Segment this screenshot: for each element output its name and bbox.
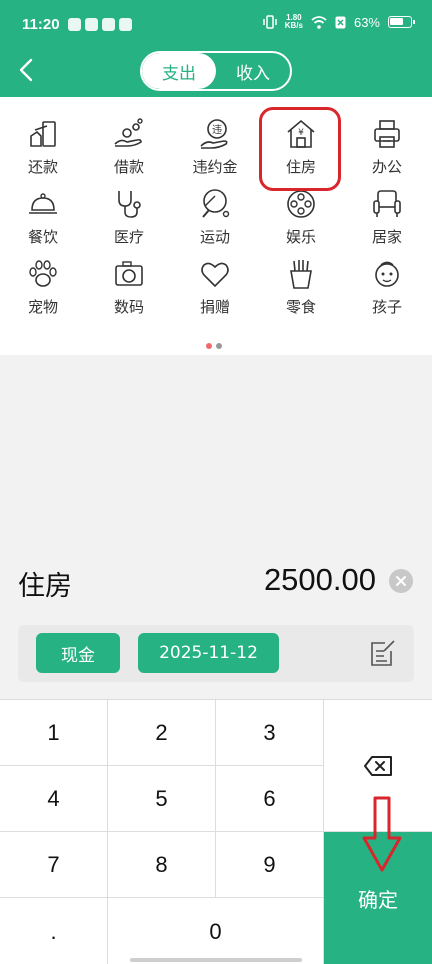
paw-icon <box>29 260 57 287</box>
category-home[interactable]: 居家 <box>344 188 430 254</box>
printer-icon <box>374 120 400 148</box>
armchair-icon <box>373 190 401 217</box>
key-dot[interactable]: . <box>0 898 108 964</box>
page-dot <box>216 343 222 349</box>
category-digital[interactable]: 数码 <box>86 258 172 324</box>
dining-cloche-icon <box>29 193 57 214</box>
amount-display: 2500.00 <box>263 562 376 597</box>
key-5[interactable]: 5 <box>108 766 216 832</box>
net-speed: 1.80 KB/s <box>284 13 303 30</box>
category-label: 数码 <box>113 298 144 316</box>
category-label: 办公 <box>371 158 402 176</box>
key-7[interactable]: 7 <box>0 832 108 898</box>
sim-icon <box>335 16 346 28</box>
key-1[interactable]: 1 <box>0 700 108 766</box>
type-toggle: 支出 收入 <box>140 51 292 91</box>
fries-icon <box>290 260 312 289</box>
category-office[interactable]: 办公 <box>344 118 430 184</box>
repay-icon <box>30 121 56 147</box>
options-bar: 现金 2025-11-12 <box>18 625 414 682</box>
key-3[interactable]: 3 <box>216 700 324 766</box>
stethoscope-icon <box>118 191 141 218</box>
category-dining[interactable]: 餐饮 <box>0 188 86 254</box>
battery-icon <box>388 16 415 28</box>
category-label: 孩子 <box>371 298 402 316</box>
category-repay[interactable]: 还款 <box>0 118 86 184</box>
penalty-icon: 违 <box>200 119 228 149</box>
key-9[interactable]: 9 <box>216 832 324 898</box>
category-borrow[interactable]: 借款 <box>86 118 172 184</box>
status-bar: 11:20 1.80 KB/s 63% <box>0 0 432 52</box>
pingpong-icon <box>202 189 230 218</box>
key-8[interactable]: 8 <box>108 832 216 898</box>
category-label: 居家 <box>371 228 402 246</box>
film-reel-icon <box>287 190 315 218</box>
backspace-icon <box>364 755 392 776</box>
account-button[interactable]: 现金 <box>36 633 120 673</box>
close-icon <box>396 576 406 586</box>
borrow-icon <box>114 118 143 147</box>
svg-text:违: 违 <box>212 124 222 136</box>
key-0[interactable]: 0 <box>108 898 324 964</box>
key-6[interactable]: 6 <box>216 766 324 832</box>
category-label: 医疗 <box>113 228 144 246</box>
app-notification-icon <box>85 18 98 31</box>
battery-percent: 63% <box>353 14 380 30</box>
date-button[interactable]: 2025-11-12 <box>138 633 279 673</box>
category-label: 违约金 <box>192 158 238 176</box>
down-arrow-annotation-icon <box>362 796 402 872</box>
tab-income[interactable]: 收入 <box>216 53 290 89</box>
key-2[interactable]: 2 <box>108 700 216 766</box>
vibrate-icon <box>262 15 277 29</box>
category-label: 餐饮 <box>27 228 58 246</box>
category-entertainment[interactable]: 娱乐 <box>258 188 344 254</box>
page-indicator <box>206 343 222 349</box>
app-notification-icon <box>102 18 115 31</box>
header-bar: 11:20 1.80 KB/s 63% 支出 收入 <box>0 0 432 97</box>
category-label: 零食 <box>285 298 316 316</box>
heart-icon <box>201 262 229 288</box>
back-arrow-icon[interactable] <box>12 54 40 86</box>
category-label: 宠物 <box>27 298 58 316</box>
category-pets[interactable]: 宠物 <box>0 258 86 324</box>
key-4[interactable]: 4 <box>0 766 108 832</box>
wifi-icon <box>311 15 327 29</box>
category-kids[interactable]: 孩子 <box>344 258 430 324</box>
category-label: 捐赠 <box>199 298 230 316</box>
category-label: 还款 <box>27 158 58 176</box>
category-donation[interactable]: 捐赠 <box>172 258 258 324</box>
category-medical[interactable]: 医疗 <box>86 188 172 254</box>
page-dot-active <box>206 343 212 349</box>
clear-amount-button[interactable] <box>389 569 413 593</box>
app-notification-icon <box>68 18 81 31</box>
category-penalty[interactable]: 违 违约金 <box>172 118 258 184</box>
status-time: 11:20 <box>22 16 60 33</box>
category-label: 借款 <box>113 158 144 176</box>
app-notification-icon <box>119 18 132 31</box>
note-edit-icon[interactable] <box>369 637 397 669</box>
category-label: 运动 <box>199 228 230 246</box>
category-snacks[interactable]: 零食 <box>258 258 344 324</box>
baby-face-icon <box>375 261 399 287</box>
category-sports[interactable]: 运动 <box>172 188 258 254</box>
selected-category-name: 住房 <box>18 571 72 602</box>
category-label: 娱乐 <box>285 228 316 246</box>
selected-category-highlight <box>259 107 341 191</box>
tab-expense[interactable]: 支出 <box>142 53 216 89</box>
home-indicator <box>130 958 302 962</box>
camera-icon <box>115 261 143 286</box>
